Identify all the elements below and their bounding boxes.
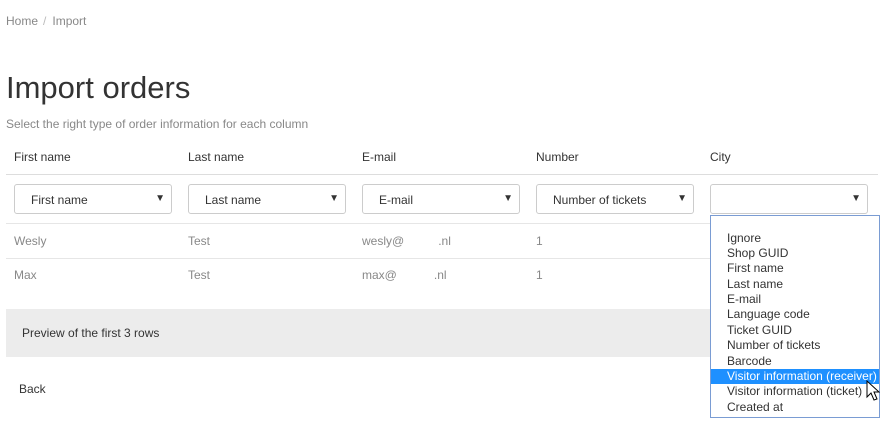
dropdown-option-barcode[interactable]: Barcode (711, 354, 879, 369)
dropdown-option-first-name[interactable]: First name (711, 261, 879, 276)
select-value: First name (31, 193, 88, 207)
mouse-pointer-icon (866, 380, 880, 401)
cell-number: 1 (536, 234, 543, 248)
back-button[interactable]: Back (19, 382, 46, 396)
select-value: Last name (205, 193, 262, 207)
column-header-first-name: First name (14, 150, 71, 164)
email-user: wesly@ (362, 234, 405, 248)
dropdown-arrow-icon: ▼ (851, 193, 861, 204)
dropdown-option-number-of-tickets[interactable]: Number of tickets (711, 338, 879, 353)
preview-text: Preview of the first 3 rows (22, 326, 160, 340)
column-header-email: E-mail (362, 150, 397, 164)
column-header-number: Number (536, 150, 579, 164)
row-divider (6, 258, 710, 259)
cell-number: 1 (536, 268, 543, 282)
email-user: max@ (362, 268, 397, 282)
select-value: E-mail (379, 193, 414, 207)
dropdown-arrow-icon: ▼ (329, 193, 339, 204)
dropdown-option-language-code[interactable]: Language code (711, 307, 879, 322)
cell-last-name: Test (188, 234, 211, 248)
dropdown-option-visitor-information-receiver[interactable]: Visitor information (receiver) (711, 369, 879, 384)
column-type-select-first-name[interactable]: First name ▼ (14, 184, 172, 214)
cell-email: max@ .nl (362, 268, 447, 282)
dropdown-option-ticket-guid[interactable]: Ticket GUID (711, 323, 879, 338)
dropdown-option-ignore[interactable]: Ignore (711, 231, 879, 246)
column-type-select-number[interactable]: Number of tickets ▼ (536, 184, 694, 214)
header-divider (6, 174, 878, 175)
breadcrumb: Home / Import (6, 14, 86, 28)
cell-last-name: Test (188, 268, 211, 282)
breadcrumb-current: Import (52, 14, 87, 28)
city-type-dropdown-list[interactable]: Ignore Shop GUID First name Last name E-… (710, 215, 880, 418)
cell-first-name: Max (14, 268, 37, 282)
breadcrumb-home[interactable]: Home (6, 14, 38, 28)
cell-email: wesly@ .nl (362, 234, 451, 248)
dropdown-option-created-at[interactable]: Created at (711, 400, 879, 415)
dropdown-option-shop-guid[interactable]: Shop GUID (711, 246, 879, 261)
column-type-select-email[interactable]: E-mail ▼ (362, 184, 520, 214)
column-header-last-name: Last name (188, 150, 245, 164)
email-domain: .nl (438, 234, 451, 248)
dropdown-option-email[interactable]: E-mail (711, 292, 879, 307)
column-header-city: City (710, 150, 731, 164)
email-domain: .nl (433, 268, 447, 282)
dropdown-arrow-icon: ▼ (677, 193, 687, 204)
dropdown-option-last-name[interactable]: Last name (711, 277, 879, 292)
dropdown-arrow-icon: ▼ (503, 193, 513, 204)
dropdown-arrow-icon: ▼ (155, 193, 165, 204)
column-type-select-city[interactable]: ▼ (710, 184, 868, 214)
breadcrumb-separator: / (43, 14, 47, 28)
cell-first-name: Wesly (14, 234, 47, 248)
preview-bar: Preview of the first 3 rows (6, 309, 710, 357)
dropdown-option-visitor-information-ticket[interactable]: Visitor information (ticket) (711, 384, 879, 399)
select-value: Number of tickets (553, 193, 647, 207)
page-title: Import orders (6, 70, 191, 105)
page-subtitle: Select the right type of order informati… (6, 117, 309, 131)
column-type-select-last-name[interactable]: Last name ▼ (188, 184, 346, 214)
